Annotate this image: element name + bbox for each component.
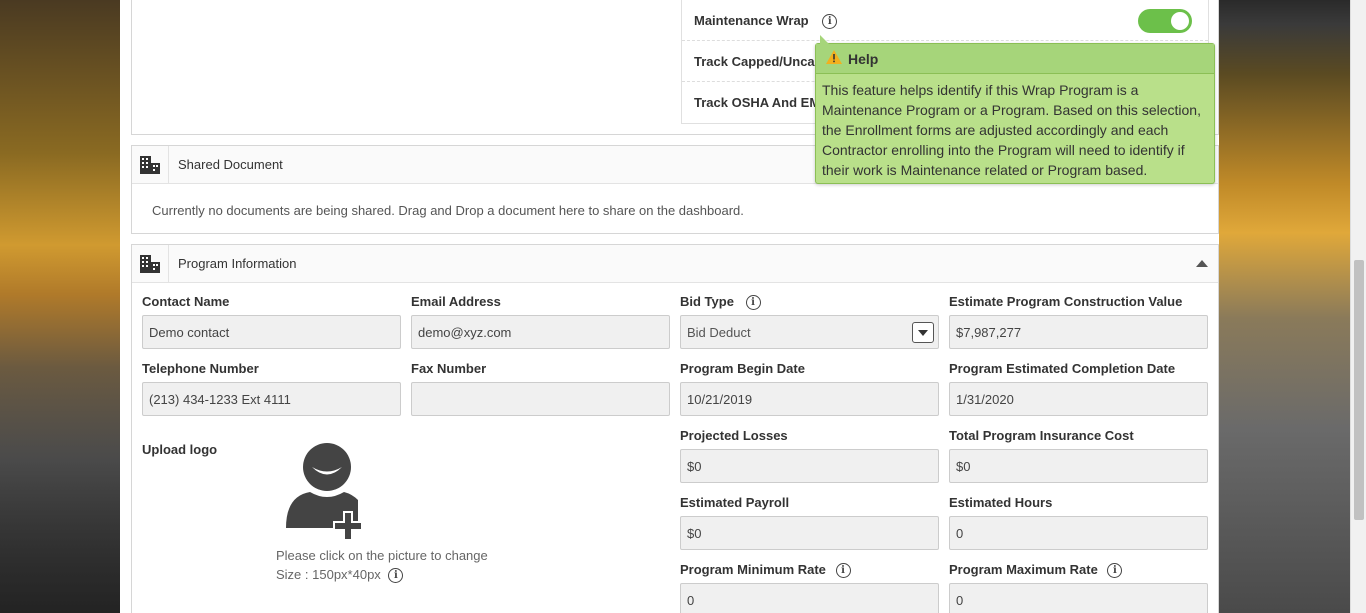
minimum-rate-label: Program Minimum Rate	[680, 562, 826, 577]
toggle-row-maintenance-wrap: Maintenance Wrap i	[682, 0, 1208, 41]
warning-icon	[826, 50, 842, 67]
collapse-caret-icon[interactable]	[1196, 260, 1208, 267]
page-scrollbar[interactable]	[1350, 0, 1366, 613]
upload-logo-hint: Please click on the picture to change	[276, 548, 488, 563]
info-icon[interactable]: i	[822, 14, 838, 30]
insurance-cost-input[interactable]: $0	[949, 449, 1208, 483]
maximum-rate-label: Program Maximum Rate	[949, 562, 1098, 577]
begin-date-input[interactable]: 10/21/2019	[680, 382, 939, 416]
track-osha-label: Track OSHA And EMR	[694, 95, 830, 110]
program-information-header[interactable]: Program Information	[132, 245, 1218, 283]
maintenance-wrap-toggle[interactable]	[1138, 9, 1192, 33]
background-image-right	[1219, 0, 1350, 613]
estimated-hours-input[interactable]: 0	[949, 516, 1208, 550]
chevron-down-icon[interactable]	[912, 322, 934, 343]
telephone-input[interactable]: (213) 434-1233 Ext 4111	[142, 382, 401, 416]
bid-type-select[interactable]: Bid Deduct	[680, 315, 939, 349]
building-icon	[132, 245, 169, 282]
info-icon[interactable]: i	[388, 568, 404, 584]
track-capped-label: Track Capped/Uncap	[694, 54, 823, 69]
info-icon[interactable]: i	[835, 563, 851, 579]
panel-title: Shared Document	[178, 157, 283, 172]
email-label: Email Address	[411, 294, 501, 309]
bid-type-value: Bid Deduct	[687, 324, 751, 340]
fax-input[interactable]	[411, 382, 670, 416]
completion-date-input[interactable]: 1/31/2020	[949, 382, 1208, 416]
upload-logo-size: Size : 150px*40px	[276, 567, 381, 582]
contact-name-input[interactable]: Demo contact	[142, 315, 401, 349]
construction-value-input[interactable]: $7,987,277	[949, 315, 1208, 349]
shared-document-message: Currently no documents are being shared.…	[152, 203, 744, 218]
panel-title: Program Information	[178, 256, 297, 271]
estimated-payroll-label: Estimated Payroll	[680, 495, 790, 510]
toggle-knob	[1171, 12, 1189, 30]
telephone-label: Telephone Number	[142, 361, 259, 376]
maintenance-wrap-label: Maintenance Wrap	[694, 13, 809, 28]
completion-date-label: Program Estimated Completion Date	[949, 361, 1176, 376]
background-image-left	[0, 0, 120, 613]
insurance-cost-label: Total Program Insurance Cost	[949, 428, 1134, 443]
help-tooltip: Help This feature helps identify if this…	[815, 35, 1215, 184]
bid-type-label: Bid Type	[680, 294, 734, 309]
info-icon[interactable]: i	[1107, 563, 1123, 579]
info-icon[interactable]: i	[745, 295, 761, 311]
estimated-hours-label: Estimated Hours	[949, 495, 1053, 510]
scrollbar-thumb[interactable]	[1354, 260, 1364, 520]
add-user-avatar-icon[interactable]	[286, 442, 378, 543]
tooltip-title: Help	[848, 50, 879, 67]
estimated-payroll-input[interactable]: $0	[680, 516, 939, 550]
building-icon	[132, 146, 169, 183]
email-input[interactable]: demo@xyz.com	[411, 315, 670, 349]
contact-name-label: Contact Name	[142, 294, 230, 309]
tooltip-header: Help	[816, 44, 1214, 74]
tooltip-body: This feature helps identify if this Wrap…	[822, 82, 1201, 178]
maximum-rate-input[interactable]: 0	[949, 583, 1208, 613]
projected-losses-label: Projected Losses	[680, 428, 788, 443]
minimum-rate-input[interactable]: 0	[680, 583, 939, 613]
begin-date-label: Program Begin Date	[680, 361, 805, 376]
projected-losses-input[interactable]: $0	[680, 449, 939, 483]
upload-logo-label: Upload logo	[142, 442, 218, 457]
fax-label: Fax Number	[411, 361, 487, 376]
construction-value-label: Estimate Program Construction Value	[949, 294, 1183, 309]
